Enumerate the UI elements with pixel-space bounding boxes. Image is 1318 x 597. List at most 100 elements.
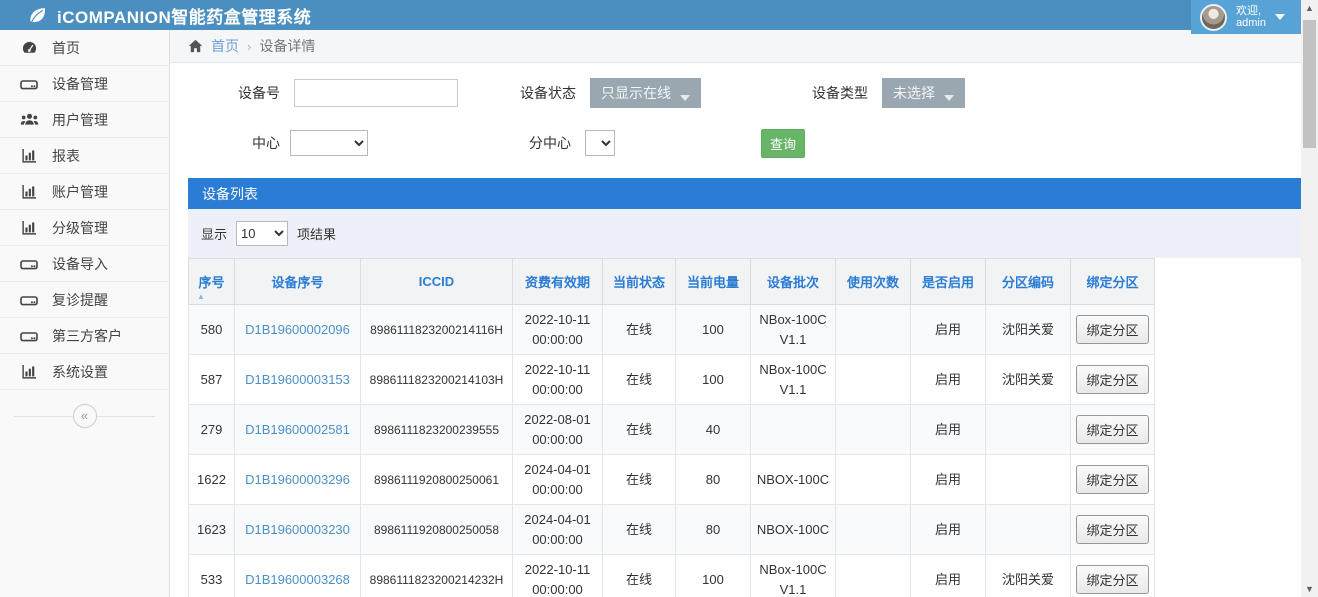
- cell-iccid: 8986111823200214103H: [361, 355, 513, 405]
- device-serial-link[interactable]: D1B19600003296: [245, 472, 350, 487]
- bind-partition-button[interactable]: 绑定分区: [1076, 365, 1148, 394]
- device-no-input[interactable]: [294, 79, 458, 107]
- device-serial-link[interactable]: D1B19600003153: [245, 372, 350, 387]
- cell-serial-no: 580: [189, 305, 235, 355]
- dashboard-icon: [19, 40, 39, 55]
- scroll-down-icon[interactable]: ▼: [1301, 581, 1318, 597]
- bind-partition-button[interactable]: 绑定分区: [1076, 315, 1148, 344]
- sidebar-item-账户管理[interactable]: 账户管理: [0, 174, 169, 210]
- column-header[interactable]: 分区编码: [986, 259, 1071, 305]
- cell-iccid: 8986111823200239555: [361, 405, 513, 455]
- bind-partition-button[interactable]: 绑定分区: [1076, 415, 1148, 444]
- sidebar: 首页设备管理用户管理报表账户管理分级管理设备导入复诊提醒第三方客户系统设置 «: [0, 30, 170, 597]
- column-header[interactable]: 设备序号: [235, 259, 361, 305]
- cell-battery: 100: [676, 355, 751, 405]
- device-no-label: 设备号: [170, 83, 280, 103]
- cell-usage-count: [836, 405, 911, 455]
- cell-expire-date: 2022-10-11 00:00:00: [513, 355, 603, 405]
- column-header[interactable]: 设备批次: [751, 259, 836, 305]
- user-avatar[interactable]: [1200, 4, 1227, 31]
- column-header[interactable]: 资费有效期: [513, 259, 603, 305]
- chart-icon: [19, 184, 39, 199]
- scroll-up-icon[interactable]: ▲: [1301, 0, 1318, 16]
- sidebar-item-设备导入[interactable]: 设备导入: [0, 246, 169, 282]
- cell-expire-date: 2024-04-01 00:00:00: [513, 455, 603, 505]
- cell-batch: NBox-100C V1.1: [751, 305, 836, 355]
- breadcrumb-home-link[interactable]: 首页: [211, 36, 239, 56]
- top-header-bar: iCOMPANION智能药盒管理系统 欢迎, admin: [0, 0, 1318, 30]
- cell-status: 在线: [603, 355, 676, 405]
- vertical-scrollbar[interactable]: ▲ ▼: [1301, 0, 1318, 597]
- column-header[interactable]: 当前状态: [603, 259, 676, 305]
- sidebar-item-报表[interactable]: 报表: [0, 138, 169, 174]
- subcenter-select[interactable]: [585, 130, 615, 156]
- chevron-down-icon: [944, 95, 954, 101]
- device-serial-link[interactable]: D1B19600003268: [245, 572, 350, 587]
- scrollbar-thumb[interactable]: [1303, 20, 1316, 148]
- bind-partition-button[interactable]: 绑定分区: [1076, 565, 1148, 594]
- cell-bind-partition: 绑定分区: [1071, 355, 1155, 405]
- cell-batch: [751, 405, 836, 455]
- sidebar-item-label: 首页: [52, 38, 80, 58]
- cell-battery: 80: [676, 505, 751, 555]
- cell-batch: NBox-100C V1.1: [751, 355, 836, 405]
- query-button[interactable]: 查询: [761, 129, 805, 158]
- cell-expire-date: 2022-08-01 00:00:00: [513, 405, 603, 455]
- cell-device-serial: D1B19600003230: [235, 505, 361, 555]
- device-serial-link[interactable]: D1B19600002096: [245, 322, 350, 337]
- device-status-label: 设备状态: [458, 83, 576, 103]
- cell-bind-partition: 绑定分区: [1071, 455, 1155, 505]
- chevron-down-icon: [1275, 14, 1285, 20]
- user-menu[interactable]: 欢迎, admin: [1191, 0, 1301, 34]
- sidebar-item-用户管理[interactable]: 用户管理: [0, 102, 169, 138]
- cell-partition-code: [986, 505, 1071, 555]
- cell-serial-no: 587: [189, 355, 235, 405]
- bind-partition-button[interactable]: 绑定分区: [1076, 465, 1148, 494]
- cell-device-serial: D1B19600002581: [235, 405, 361, 455]
- chart-icon: [19, 220, 39, 235]
- center-select[interactable]: [290, 130, 368, 156]
- column-header[interactable]: 使用次数: [836, 259, 911, 305]
- device-status-dropdown[interactable]: 只显示在线: [590, 78, 701, 108]
- sidebar-item-设备管理[interactable]: 设备管理: [0, 66, 169, 102]
- cell-partition-code: 沈阳关爱: [986, 305, 1071, 355]
- device-type-dropdown[interactable]: 未选择: [882, 78, 965, 108]
- cell-usage-count: [836, 355, 911, 405]
- sidebar-item-分级管理[interactable]: 分级管理: [0, 210, 169, 246]
- cell-iccid: 8986111920800250058: [361, 505, 513, 555]
- chevron-down-icon: [680, 95, 690, 101]
- cell-enabled: 启用: [911, 505, 986, 555]
- sidebar-item-首页[interactable]: 首页: [0, 30, 169, 66]
- cell-serial-no: 533: [189, 555, 235, 597]
- bind-partition-button[interactable]: 绑定分区: [1076, 515, 1148, 544]
- column-header[interactable]: 序号▲: [189, 259, 235, 305]
- sidebar-collapse-button[interactable]: «: [73, 404, 97, 428]
- page-size-row: 显示 10 项结果: [188, 209, 1301, 258]
- column-header[interactable]: 当前电量: [676, 259, 751, 305]
- sidebar-item-label: 账户管理: [52, 182, 108, 202]
- sidebar-item-第三方客户[interactable]: 第三方客户: [0, 318, 169, 354]
- column-header[interactable]: ICCID: [361, 259, 513, 305]
- cell-battery: 100: [676, 305, 751, 355]
- cell-partition-code: 沈阳关爱: [986, 355, 1071, 405]
- cell-device-serial: D1B19600003296: [235, 455, 361, 505]
- device-serial-link[interactable]: D1B19600002581: [245, 422, 350, 437]
- column-header[interactable]: 是否启用: [911, 259, 986, 305]
- breadcrumb-separator: ›: [247, 39, 251, 54]
- cell-expire-date: 2024-04-01 00:00:00: [513, 505, 603, 555]
- cell-status: 在线: [603, 305, 676, 355]
- sidebar-item-系统设置[interactable]: 系统设置: [0, 354, 169, 390]
- cell-serial-no: 1623: [189, 505, 235, 555]
- column-header[interactable]: 绑定分区: [1071, 259, 1155, 305]
- table-row: 587 D1B19600003153 8986111823200214103H202…: [189, 355, 1155, 405]
- chart-icon: [19, 364, 39, 379]
- sidebar-item-复诊提醒[interactable]: 复诊提醒: [0, 282, 169, 318]
- home-icon: [188, 39, 203, 53]
- device-serial-link[interactable]: D1B19600003230: [245, 522, 350, 537]
- sort-asc-icon: ▲: [197, 292, 205, 301]
- sidebar-item-label: 设备导入: [52, 254, 108, 274]
- device-list-panel: 设备列表 显示 10 项结果 序号▲设备序号ICCID资费有效期当前状态当前电量…: [188, 178, 1301, 597]
- page-size-select[interactable]: 10: [236, 221, 288, 246]
- table-row: 580D1B196000020968986111823200214116H202…: [189, 305, 1155, 355]
- cell-device-serial: D1B19600003153: [235, 355, 361, 405]
